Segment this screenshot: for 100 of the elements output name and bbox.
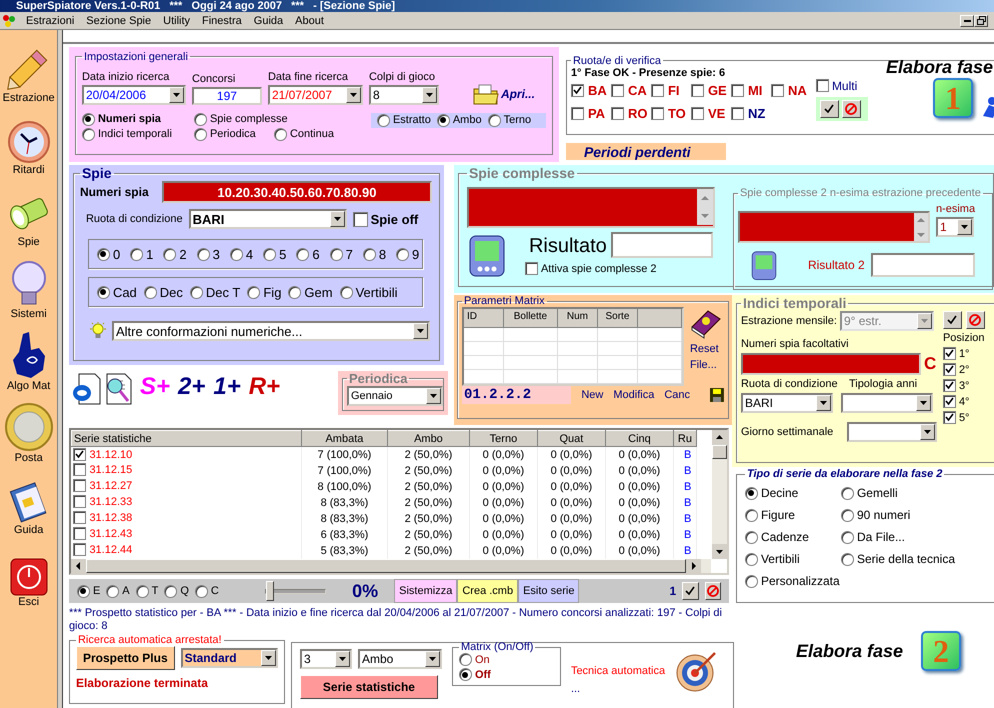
menu-item[interactable]: Sezione Spie [80,14,158,26]
checkbox-option[interactable]: 31.12.44 [73,543,132,556]
column-header[interactable] [638,309,682,328]
radio-option[interactable]: Gemelli [840,486,898,500]
action-button[interactable]: Sistemizza [394,579,458,603]
column-header[interactable]: Num [558,309,598,328]
column-header[interactable]: ID [464,309,504,328]
menu-item[interactable]: Guida [248,14,290,26]
cancel-button[interactable] [966,311,985,329]
checkbox-option[interactable]: 31.12.15 [73,463,132,476]
link[interactable]: Modifica [613,389,654,401]
sidebar-item[interactable]: Spie [6,182,51,254]
dropdown[interactable]: BARI [188,209,347,229]
clear-button[interactable]: C [924,354,936,374]
result-field[interactable] [870,253,975,277]
checkbox-option[interactable]: 1° [942,347,985,360]
menu-item[interactable]: Finestra [196,14,248,26]
sidebar-item[interactable]: Sistemi [8,254,49,326]
dropdown[interactable]: Ambo [358,649,442,669]
checkbox-option[interactable]: 31.12.43 [73,527,132,540]
radio-option[interactable]: On [458,653,554,666]
column-header[interactable]: Bollette [504,309,558,328]
checkbox-option[interactable]: MI [730,82,771,98]
checkbox-option[interactable]: FI [650,82,691,98]
dropdown[interactable]: 3 [300,649,352,669]
vertical-scrollbar[interactable] [712,430,727,559]
link[interactable]: New [581,389,604,401]
checkbox-option[interactable]: 4° [942,395,985,408]
checkbox-option[interactable]: PA [570,106,611,121]
action-button[interactable]: Esito serie [518,579,580,603]
radio-option[interactable]: Vertibili [340,284,398,300]
sidebar-item[interactable]: Estrazione [2,38,55,110]
dropdown[interactable]: 20/04/2006 [82,84,186,105]
open-button[interactable]: Apri... [472,82,535,105]
radio-option[interactable]: Estratto [376,114,431,127]
link[interactable]: Canc [664,389,690,401]
sidebar-item[interactable]: Posta [4,398,54,470]
confirm-button[interactable] [942,311,962,329]
save-icon[interactable] [710,388,724,402]
cancel-button[interactable] [842,100,861,118]
radio-option[interactable]: Terno [488,114,532,127]
column-header[interactable]: Ambo [387,430,470,446]
radio-option[interactable]: Gem [288,284,333,300]
sidebar-item[interactable]: Ritardi [6,110,51,182]
column-header[interactable]: Serie statistiche [71,430,302,446]
checkbox-option[interactable]: NA [770,82,811,98]
dropdown[interactable] [846,422,937,442]
radio-option[interactable]: Figure [744,508,795,522]
radio-option[interactable]: 6 [296,246,320,262]
cancel-button[interactable] [704,582,721,600]
column-header[interactable]: Cinq [605,430,674,446]
checkbox-option[interactable]: 31.12.10 [73,448,132,461]
dropdown[interactable]: Altre conformazioni numeriche... [112,321,430,341]
column-header[interactable]: Terno [469,430,538,446]
radio-option[interactable]: 7 [330,246,353,262]
confirm-button[interactable] [682,582,699,600]
checkbox-option[interactable]: NZ [730,106,771,121]
menu-item[interactable]: Utility [157,14,196,26]
checkbox-option[interactable]: 5° [942,411,985,424]
prospetto-button[interactable]: Prospetto Plus [76,646,175,670]
sidebar-item[interactable]: Esci [10,542,48,614]
radio-option[interactable]: Off [458,668,554,681]
radio-option[interactable]: 4 [230,246,254,262]
radio-option[interactable]: Fig [247,284,282,300]
radio-option[interactable]: 5 [263,246,286,262]
column-header[interactable]: Ru [673,430,696,446]
column-header[interactable]: Quat [537,430,606,446]
confirm-button[interactable] [820,100,839,118]
input-field[interactable]: 197 [192,86,262,105]
checkbox-option[interactable]: GE [690,82,731,98]
formula-field[interactable] [466,187,715,228]
serie-statistiche-button[interactable]: Serie statistiche [300,675,438,699]
dropdown[interactable]: 9° estr. [840,311,934,331]
formula-field[interactable] [738,211,930,243]
dropdown[interactable]: 21/07/2007 [268,84,363,105]
dropdown[interactable]: BARI [740,393,833,413]
radio-option[interactable]: 90 numeri [840,508,910,522]
minimize-button[interactable] [960,14,974,26]
radio-option[interactable]: Cad [96,284,137,300]
checkbox-option[interactable]: Attiva spie complesse 2 [524,262,713,275]
radio-option[interactable]: 3 [196,246,220,262]
quick-action-button[interactable]: 1+ [210,373,244,401]
checkbox-option[interactable]: 31.12.33 [73,495,132,508]
sidebar-item[interactable]: Guida [6,470,51,542]
checkbox-option[interactable]: 31.12.27 [73,479,132,492]
radio-option[interactable]: 2 [163,246,187,262]
link[interactable]: Reset [690,343,719,355]
quick-action-button[interactable]: R+ [246,373,284,401]
optional-numbers-field[interactable] [740,353,921,375]
action-button[interactable]: Crea .cmb [457,579,518,603]
radio-option[interactable]: 0 [96,246,120,262]
checkbox-option[interactable]: Multi [816,78,886,93]
restore-button[interactable] [974,14,988,26]
checkbox-option[interactable]: BA [570,82,611,98]
radio-option[interactable]: Dec [144,284,183,300]
radio-option[interactable]: Vertibili [744,552,800,566]
radio-option[interactable]: Personalizzata [744,574,840,588]
column-header[interactable]: Sorte [598,309,638,328]
result-field[interactable] [610,232,713,258]
radio-option[interactable]: Decine [744,486,798,500]
